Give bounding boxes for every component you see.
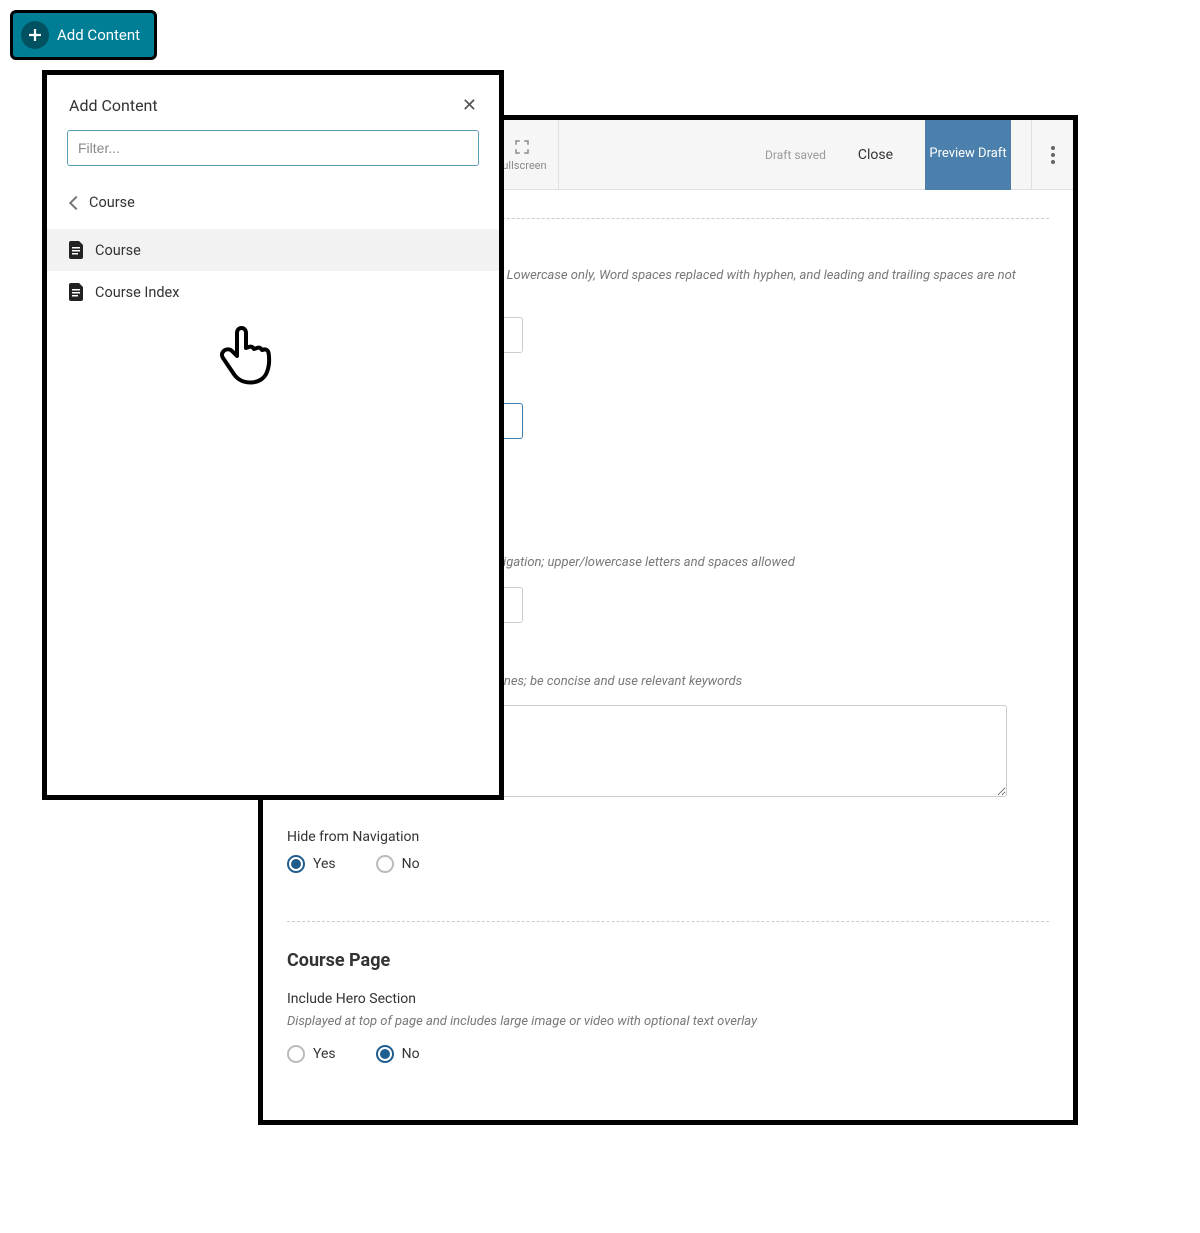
field-hero: Include Hero Section Displayed at top of… — [287, 991, 1049, 1063]
nav-back-label: Course — [89, 194, 135, 211]
hero-no[interactable]: No — [376, 1045, 420, 1063]
hero-label: Include Hero Section — [287, 991, 1049, 1007]
page-icon — [69, 283, 85, 301]
sidebar-item-course[interactable]: Course — [47, 229, 499, 271]
page-icon — [69, 241, 85, 259]
filter-input[interactable] — [67, 130, 479, 166]
radio-label: No — [402, 1046, 420, 1062]
radio-icon — [376, 1045, 394, 1063]
chevron-left-icon — [69, 195, 83, 209]
radio-icon — [287, 855, 305, 873]
fullscreen-icon — [513, 138, 531, 156]
preview-draft-button[interactable]: Preview Draft — [925, 120, 1011, 190]
section-heading-course-page: Course Page — [287, 950, 1049, 971]
add-content-label: Add Content — [57, 26, 140, 44]
cursor-hand-icon — [217, 325, 273, 389]
close-button[interactable]: Close — [846, 147, 905, 163]
dots-vertical-icon — [1051, 146, 1055, 164]
plus-icon — [21, 21, 49, 49]
add-content-button[interactable]: Add Content — [10, 10, 157, 60]
sidebar-item-label: Course Index — [95, 284, 179, 301]
more-menu-button[interactable] — [1031, 120, 1073, 190]
field-hide-nav: Hide from Navigation Yes No — [287, 829, 1049, 873]
divider — [287, 921, 1049, 922]
radio-label: Yes — [313, 1046, 336, 1062]
panel-title: Add Content — [69, 96, 158, 115]
hide-nav-no[interactable]: No — [376, 855, 420, 873]
hide-nav-yes[interactable]: Yes — [287, 855, 336, 873]
radio-label: Yes — [313, 856, 336, 872]
nav-back[interactable]: Course — [47, 188, 499, 217]
close-icon[interactable]: ✕ — [462, 95, 477, 116]
sidebar-item-label: Course — [95, 242, 141, 259]
sidebar-item-course-index[interactable]: Course Index — [47, 271, 499, 313]
radio-icon — [287, 1045, 305, 1063]
hide-nav-label: Hide from Navigation — [287, 829, 1049, 845]
radio-icon — [376, 855, 394, 873]
hero-yes[interactable]: Yes — [287, 1045, 336, 1063]
radio-label: No — [402, 856, 420, 872]
hero-help: Displayed at top of page and includes la… — [287, 1013, 1049, 1031]
add-content-panel: Add Content ✕ Course Course Course Index — [42, 70, 504, 800]
draft-saved-status: Draft saved — [765, 148, 826, 162]
